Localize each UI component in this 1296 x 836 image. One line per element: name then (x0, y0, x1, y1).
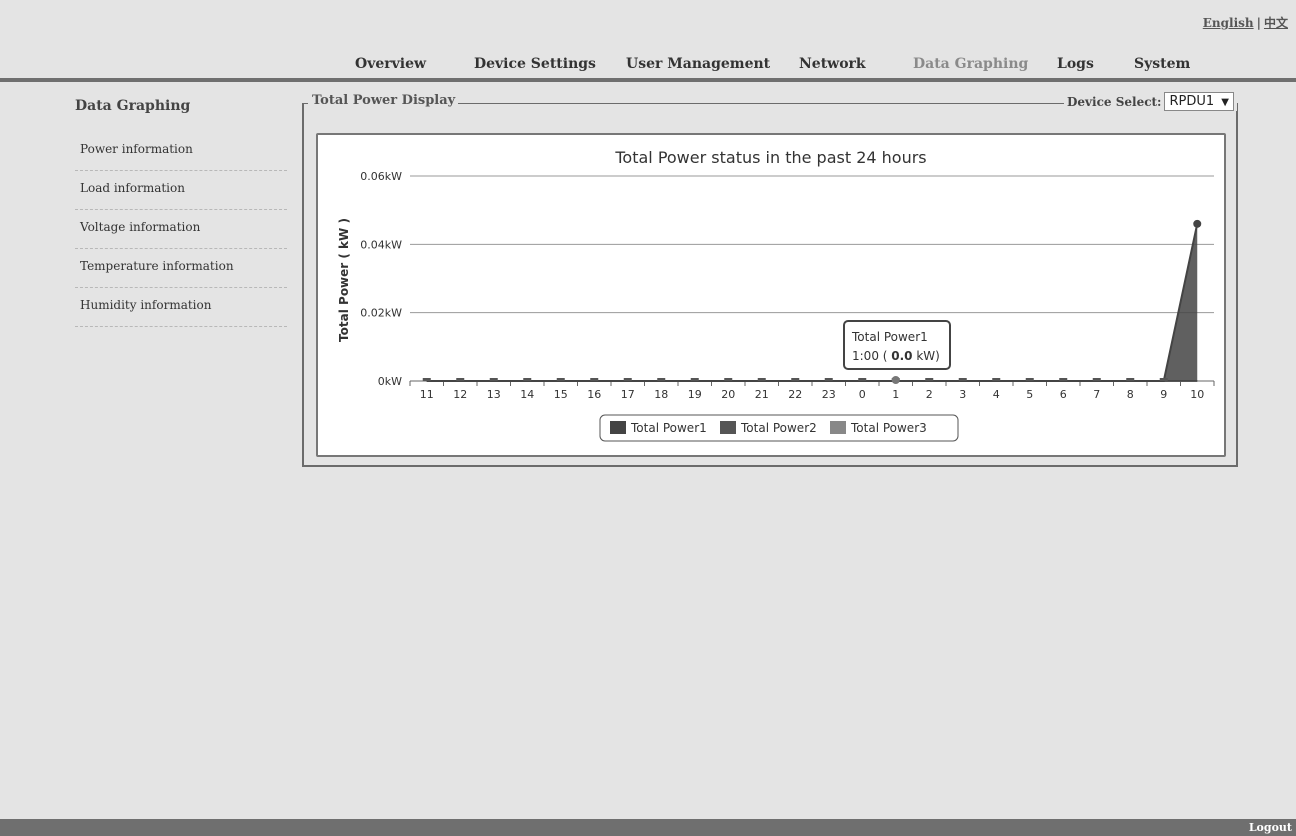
series-area (426, 223, 1198, 381)
y-axis-label: Total Power ( kW ) (337, 218, 351, 342)
chart-container: Total Power status in the past 24 hours 0… (316, 133, 1226, 457)
sidebar-item-temperature[interactable]: Temperature information (75, 249, 287, 288)
data-point (422, 378, 431, 381)
top-navigation: Overview Device Settings User Management… (0, 48, 1296, 82)
y-tick-label: 0.04kW (360, 238, 402, 251)
x-tick-label: 1 (892, 388, 899, 401)
chevron-down-icon: ▼ (1221, 97, 1229, 108)
x-tick-label: 11 (420, 388, 434, 401)
device-select-group: Device Select: RPDU1 ▼ (1064, 92, 1237, 111)
data-point (724, 378, 733, 381)
nav-data-graphing[interactable]: Data Graphing (913, 56, 1028, 72)
x-tick-label: 20 (721, 388, 735, 401)
nav-logs[interactable]: Logs (1057, 56, 1094, 72)
language-separator: | (1256, 16, 1261, 30)
x-tick-label: 6 (1060, 388, 1067, 401)
data-point (791, 378, 800, 381)
data-point (456, 378, 465, 381)
sidebar-item-voltage[interactable]: Voltage information (75, 210, 287, 249)
data-point (958, 378, 967, 381)
y-tick-label: 0.06kW (360, 170, 402, 183)
legend-swatch[interactable] (610, 421, 626, 434)
data-point (690, 378, 699, 381)
x-tick-label: 18 (654, 388, 668, 401)
device-select-dropdown[interactable]: RPDU1 ▼ (1164, 92, 1234, 111)
x-tick-label: 13 (487, 388, 501, 401)
logout-button[interactable]: Logout (1249, 821, 1292, 834)
nav-system[interactable]: System (1134, 56, 1190, 72)
x-tick-label: 23 (822, 388, 836, 401)
sidebar-item-humidity[interactable]: Humidity information (75, 288, 287, 327)
data-point (657, 378, 666, 381)
legend-label[interactable]: Total Power1 (630, 421, 707, 435)
hovered-data-point (891, 376, 900, 384)
sidebar-item-power[interactable]: Power information (75, 132, 287, 171)
x-tick-label: 22 (788, 388, 802, 401)
data-point (858, 378, 867, 381)
data-point (757, 378, 766, 381)
x-tick-label: 2 (926, 388, 933, 401)
x-tick-label: 4 (993, 388, 1000, 401)
data-point (489, 378, 498, 381)
footer-bar: Logout (0, 819, 1296, 836)
data-point (992, 378, 1001, 381)
chart-title: Total Power status in the past 24 hours (614, 148, 926, 167)
panel-title: Total Power Display (308, 93, 459, 108)
data-point (623, 378, 632, 381)
x-tick-label: 16 (587, 388, 601, 401)
sidebar: Data Graphing Power information Load inf… (75, 96, 287, 327)
language-switcher: English | 中文 (1203, 14, 1288, 31)
tooltip-value: 1:00 ( 0.0 kW) (852, 349, 940, 363)
series-line (426, 223, 1199, 382)
nav-overview[interactable]: Overview (355, 56, 426, 72)
power-chart: Total Power status in the past 24 hours 0… (337, 148, 1215, 442)
english-link[interactable]: English (1203, 16, 1254, 30)
x-tick-label: 21 (755, 388, 769, 401)
nav-user-management[interactable]: User Management (626, 56, 770, 72)
data-point (1059, 378, 1068, 381)
chinese-link[interactable]: 中文 (1264, 16, 1288, 30)
data-point (925, 378, 934, 381)
legend-swatch[interactable] (830, 421, 846, 434)
data-point (523, 378, 532, 381)
sidebar-title: Data Graphing (75, 98, 191, 114)
x-tick-label: 10 (1190, 388, 1204, 401)
legend-swatch[interactable] (720, 421, 736, 434)
nav-device-settings[interactable]: Device Settings (474, 56, 596, 72)
x-tick-label: 9 (1160, 388, 1167, 401)
tooltip-series: Total Power1 (851, 330, 928, 344)
x-tick-label: 19 (688, 388, 702, 401)
data-point (824, 378, 833, 381)
x-tick-label: 7 (1093, 388, 1100, 401)
x-tick-label: 12 (453, 388, 467, 401)
data-point (590, 378, 599, 381)
x-tick-label: 17 (621, 388, 635, 401)
nav-network[interactable]: Network (799, 56, 866, 72)
data-point (1092, 378, 1101, 381)
x-tick-label: 3 (959, 388, 966, 401)
data-point (1159, 378, 1168, 381)
x-tick-label: 8 (1127, 388, 1134, 401)
data-point (556, 378, 565, 381)
tooltip-unit: kW) (913, 349, 940, 363)
device-select-value: RPDU1 (1169, 94, 1215, 109)
legend-label[interactable]: Total Power3 (850, 421, 927, 435)
y-tick-label: 0.02kW (360, 307, 402, 320)
x-tick-label: 5 (1026, 388, 1033, 401)
tooltip-number: 0.0 (891, 349, 912, 363)
data-point (1193, 219, 1202, 228)
device-select-label: Device Select: (1067, 94, 1162, 109)
x-tick-label: 15 (554, 388, 568, 401)
tooltip-time: 1:00 ( (852, 349, 891, 363)
sidebar-item-load[interactable]: Load information (75, 171, 287, 210)
legend-label[interactable]: Total Power2 (740, 421, 817, 435)
data-point (1025, 378, 1034, 381)
x-tick-label: 0 (859, 388, 866, 401)
data-point (1126, 378, 1135, 381)
y-tick-label: 0kW (378, 375, 402, 388)
x-tick-label: 14 (520, 388, 534, 401)
